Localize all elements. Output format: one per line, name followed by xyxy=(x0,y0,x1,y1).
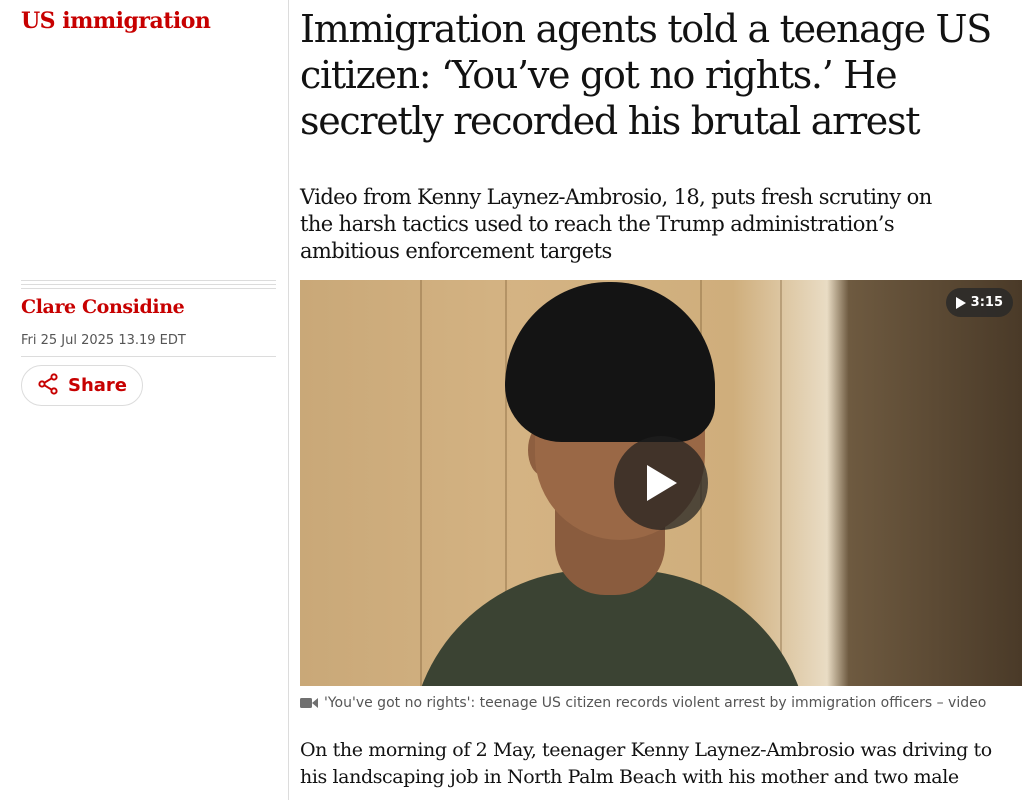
video-camera-icon xyxy=(300,698,318,708)
article-standfirst: Video from Kenny Laynez-Ambrosio, 18, pu… xyxy=(300,185,932,263)
wood-plank-line xyxy=(780,280,782,686)
play-icon xyxy=(955,296,966,309)
share-button[interactable]: Share xyxy=(21,365,143,406)
share-icon xyxy=(37,372,59,399)
author-byline[interactable]: Clare Considine xyxy=(21,296,185,318)
video-caption-text: 'You've got no rights': teenage US citiz… xyxy=(324,695,987,711)
publish-date: Fri 25 Jul 2025 13.19 EDT xyxy=(21,333,186,348)
share-label: Share xyxy=(67,375,127,396)
play-button[interactable] xyxy=(614,436,708,530)
video-player[interactable]: 3:15 xyxy=(300,280,1022,686)
video-caption: 'You've got no rights': teenage US citiz… xyxy=(300,695,1025,711)
video-thumbnail-person xyxy=(505,282,715,442)
video-duration-badge: 3:15 xyxy=(945,288,1013,317)
divider xyxy=(21,356,276,357)
play-icon xyxy=(647,465,677,501)
article-body-paragraph: On the morning of 2 May, teenager Kenny … xyxy=(300,739,992,788)
divider-rules xyxy=(21,280,276,292)
left-meta-column: US immigration Clare Considine Fri 25 Ju… xyxy=(0,0,289,800)
wood-plank-line xyxy=(420,280,422,686)
article-headline: Immigration agents told a teenage US cit… xyxy=(300,7,992,143)
section-link[interactable]: US immigration xyxy=(21,8,211,34)
video-duration: 3:15 xyxy=(970,295,1003,310)
